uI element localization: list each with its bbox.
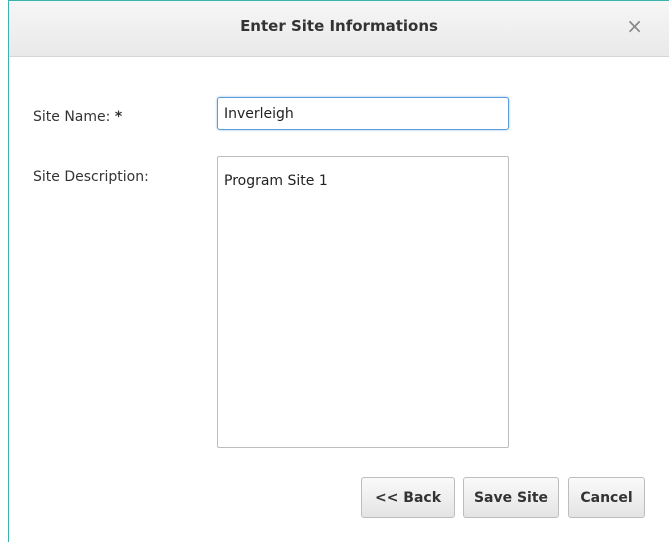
close-icon[interactable]: × [626,14,643,38]
site-info-dialog: Enter Site Informations × Site Name: * S… [8,0,669,542]
site-name-label: Site Name: * [33,109,122,125]
site-name-input[interactable] [217,97,509,130]
save-site-button[interactable]: Save Site [463,477,559,518]
required-marker: * [114,109,123,125]
dialog-title: Enter Site Informations [240,17,438,35]
site-description-label: Site Description: [33,169,149,185]
dialog-titlebar: Enter Site Informations × [9,1,669,57]
site-description-textarea[interactable]: Program Site 1 [217,156,509,448]
site-name-label-text: Site Name: [33,109,111,125]
cancel-button[interactable]: Cancel [568,477,645,518]
back-button[interactable]: << Back [361,477,455,518]
